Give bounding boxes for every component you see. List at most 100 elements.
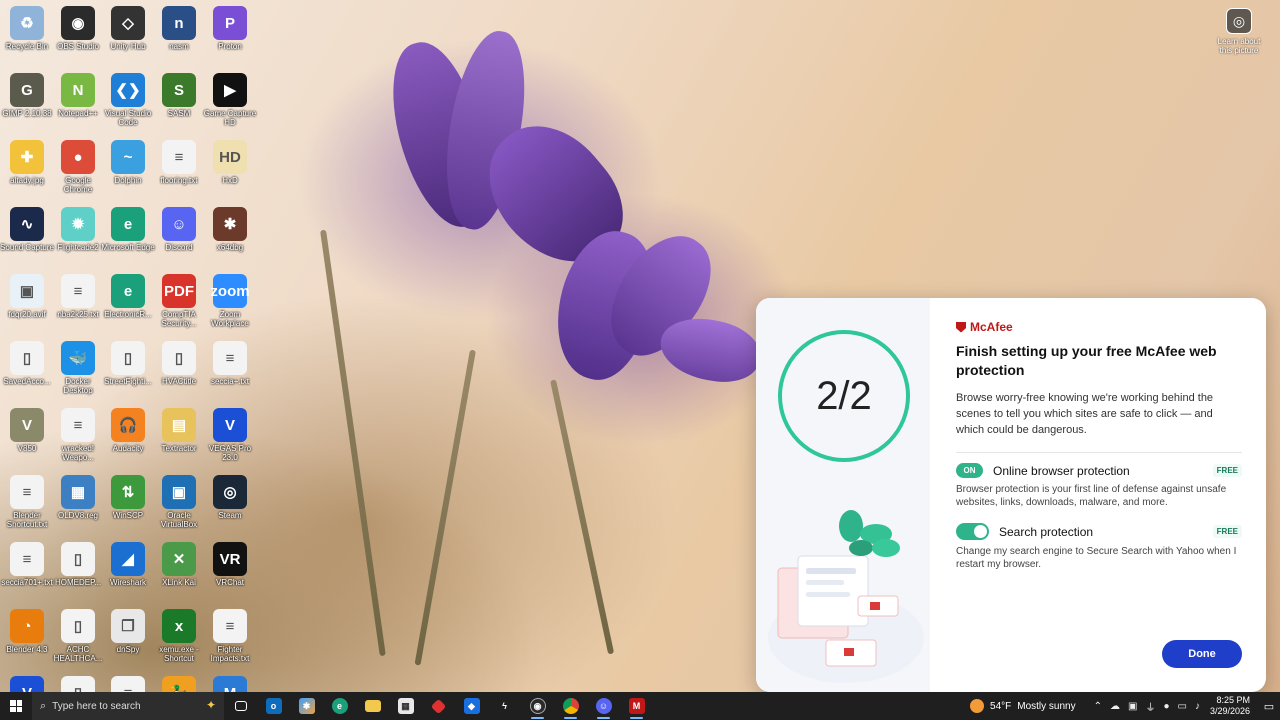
- desktop-icon-label: Steam: [218, 511, 242, 520]
- desktop-icon[interactable]: ⇅ WinSCP: [101, 471, 155, 520]
- taskbar-search[interactable]: ⌕ Type here to search ✦: [32, 692, 224, 720]
- mcafee-logo: McAfee: [956, 320, 1242, 334]
- desktop-icon[interactable]: V VEGAS Pro 23.0: [203, 404, 257, 462]
- desktop-icon[interactable]: ✕ XLink Kai: [152, 538, 206, 587]
- discord-taskbar-icon[interactable]: ☺: [587, 692, 620, 720]
- volume-icon[interactable]: ♪: [1195, 701, 1200, 712]
- start-button[interactable]: [0, 692, 32, 720]
- popup-description: Browse worry-free knowing we're working …: [956, 392, 1214, 436]
- chrome-taskbar-icon[interactable]: [554, 692, 587, 720]
- weather-widget[interactable]: 54°F Mostly sunny: [970, 699, 1076, 713]
- desktop-icon[interactable]: e ElectronicR...: [101, 270, 155, 319]
- desktop-icon[interactable]: ≡ Blender Shortcut.txt: [0, 471, 54, 529]
- desktop-icon-label: V850: [17, 444, 37, 453]
- desktop-icon[interactable]: 🎧 Audacity: [101, 404, 155, 453]
- copilot-icon[interactable]: ✱: [290, 692, 323, 720]
- obs-taskbar-icon[interactable]: ◉: [521, 692, 554, 720]
- mcafee-taskbar-icon[interactable]: M: [620, 692, 653, 720]
- desktop-icon[interactable]: x xemu.exe - Shortcut: [152, 605, 206, 663]
- desktop-icon[interactable]: zoom Zoom Workplace: [203, 270, 257, 328]
- desktop-icon-label: Oracle VirtualBox: [160, 511, 198, 529]
- desktop-icon[interactable]: ▶ Game Capture HD: [203, 69, 257, 127]
- desktop-icon-label: HOMEDEP...: [54, 578, 102, 587]
- desktop-icon[interactable]: ▯ ACHC HEALTHCA...: [51, 605, 105, 663]
- edge-icon: e: [111, 274, 145, 308]
- chevron-up-icon[interactable]: ⌃: [1094, 701, 1102, 712]
- desktop-icon[interactable]: ❮❯ Visual Studio Code: [101, 69, 155, 127]
- usb-icon[interactable]: ⏚: [1145, 699, 1155, 714]
- desktop-icon[interactable]: HD HxD: [203, 136, 257, 185]
- desktop-icon[interactable]: ▦ OLDV8.reg: [51, 471, 105, 520]
- app-tray-icon[interactable]: ▣: [1128, 701, 1137, 712]
- xlink-icon: ✕: [162, 542, 196, 576]
- docker-icon: 🐳: [61, 341, 95, 375]
- outlook-icon[interactable]: o: [257, 692, 290, 720]
- desktop-icon[interactable]: ◇ Unity Hub: [101, 2, 155, 51]
- desktop-icon[interactable]: V V850: [0, 404, 54, 453]
- desktop-icon[interactable]: ≡ wracked! Weapo...: [51, 404, 105, 462]
- cloud-icon[interactable]: ☁: [1110, 701, 1120, 712]
- desktop-icon-label: Fighter Impacts.txt: [210, 645, 250, 663]
- desktop-icon[interactable]: ♻ Recycle Bin: [0, 2, 54, 51]
- dnspy-icon: ❐: [111, 609, 145, 643]
- desktop-icon[interactable]: PDF CompTIA Security...: [152, 270, 206, 328]
- notification-icon[interactable]: ▭: [1258, 700, 1280, 713]
- learn-about-picture[interactable]: ◎ Learn about this picture: [1212, 8, 1266, 55]
- desktop-icon[interactable]: ◢ Wireshark: [101, 538, 155, 587]
- desktop-icon[interactable]: ▯ SavedAcco...: [0, 337, 54, 386]
- desktop-icon[interactable]: ◔ Blender 4.3: [0, 605, 54, 654]
- desktop-icon-label: VEGAS Pro 23.0: [208, 444, 252, 462]
- desktop-icon[interactable]: ≡ seccia+.txt: [203, 337, 257, 386]
- desktop-icon[interactable]: ✚ altady.jpg: [0, 136, 54, 185]
- desktop-icon-label: HVACtitle: [161, 377, 197, 386]
- desktop-icon[interactable]: ~ Dolphin: [101, 136, 155, 185]
- desktop-icon[interactable]: N Notepad++: [51, 69, 105, 118]
- desktop-icon[interactable]: G GIMP 2.10.38: [0, 69, 54, 118]
- edge-icon[interactable]: e: [323, 692, 356, 720]
- xemu-icon: x: [162, 609, 196, 643]
- desktop-icon[interactable]: ▤ Textractor: [152, 404, 206, 453]
- edge-icon: e: [111, 207, 145, 241]
- dropbox-icon[interactable]: ◆: [455, 692, 488, 720]
- desktop-icon-label: Flightcade2: [57, 243, 99, 252]
- desktop-icon-label: dnSpy: [116, 645, 140, 654]
- desktop-icon[interactable]: ∿ Sound Capture: [0, 203, 54, 252]
- search-protection-toggle[interactable]: [956, 523, 989, 540]
- desktop-icon[interactable]: ◎ Steam: [203, 471, 257, 520]
- desktop-icon[interactable]: e Microsoft Edge: [101, 203, 155, 252]
- desktop-icon-label: VRChat: [215, 578, 244, 587]
- desktop-icon[interactable]: ▯ StreetFighti...: [101, 337, 155, 386]
- desktop-icon[interactable]: ≡ nba2k25.txt: [51, 270, 105, 319]
- desktop-icon-label: seccia701+.txt: [1, 578, 53, 587]
- desktop-icon[interactable]: ▯ HOMEDEP...: [51, 538, 105, 587]
- desktop-icon[interactable]: ▣ fdqr20.avif: [0, 270, 54, 319]
- text-file-icon: ≡: [10, 475, 44, 509]
- task-view-icon[interactable]: [224, 692, 257, 720]
- desktop-icon[interactable]: ● Google Chrome: [51, 136, 105, 194]
- file-explorer-icon[interactable]: [356, 692, 389, 720]
- desktop-icon[interactable]: ❐ dnSpy: [101, 605, 155, 654]
- desktop-icon[interactable]: ▣ Oracle VirtualBox: [152, 471, 206, 529]
- desktop-icon[interactable]: ◉ OBS Studio: [51, 2, 105, 51]
- dolphin-icon: ~: [111, 140, 145, 174]
- desktop-icon[interactable]: P Proton: [203, 2, 257, 51]
- desktop-icon[interactable]: ≡ flooring.txt: [152, 136, 206, 185]
- desktop-icon[interactable]: ≡ Fighter Impacts.txt: [203, 605, 257, 663]
- mic-icon[interactable]: ●: [1163, 701, 1169, 712]
- lightning-app-icon[interactable]: ϟ: [488, 692, 521, 720]
- desktop-icon[interactable]: VR VRChat: [203, 538, 257, 587]
- store-icon[interactable]: ▦: [389, 692, 422, 720]
- desktop-icon[interactable]: ✱ x64dbg: [203, 203, 257, 252]
- browser-illustration: [768, 510, 924, 683]
- desktop-icon[interactable]: ☺ Discord: [152, 203, 206, 252]
- desktop-icon[interactable]: ✹ Flightcade2: [51, 203, 105, 252]
- done-button[interactable]: Done: [1162, 640, 1242, 668]
- clock[interactable]: 8:25 PM 3/29/2026: [1210, 695, 1250, 717]
- desktop-icon[interactable]: S SASM: [152, 69, 206, 118]
- red-app-icon[interactable]: [422, 692, 455, 720]
- network-icon[interactable]: ▭: [1178, 701, 1187, 712]
- desktop-icon[interactable]: ▯ HVACtitle: [152, 337, 206, 386]
- desktop-icon[interactable]: ≡ seccia701+.txt: [0, 538, 54, 587]
- desktop-icon[interactable]: 🐳 Docker Desktop: [51, 337, 105, 395]
- desktop-icon[interactable]: n nasm: [152, 2, 206, 51]
